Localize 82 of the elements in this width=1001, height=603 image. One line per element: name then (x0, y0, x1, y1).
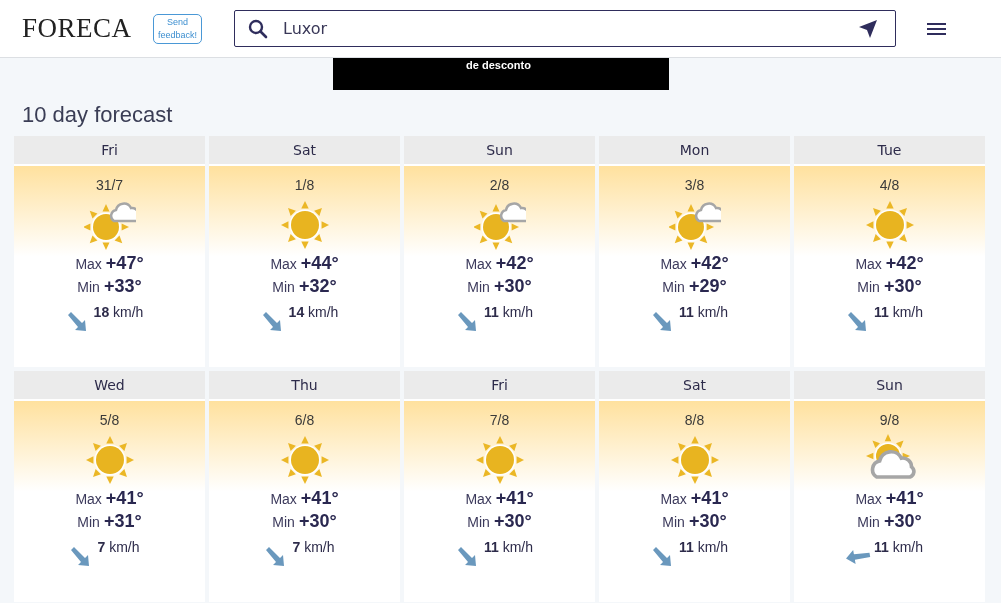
min-label: Min (272, 514, 295, 530)
min-label: Min (272, 279, 295, 295)
wind-speed: 11 km/h (483, 304, 533, 320)
max-label: Max (660, 256, 687, 272)
wind-speed: 11 km/h (678, 304, 728, 320)
wind-speed: 7 km/h (97, 539, 140, 555)
max-label: Max (855, 491, 882, 507)
max-temp: +42° (690, 253, 729, 274)
date: 2/8 (489, 177, 510, 193)
min-label: Min (662, 514, 685, 530)
location-arrow-icon[interactable] (858, 19, 878, 39)
min-temp: +31° (103, 511, 142, 532)
day-header: Sat (209, 136, 400, 166)
sun-cloud-icon (83, 199, 136, 251)
wind-speed: 18 km/h (93, 304, 144, 320)
max-label: Max (75, 491, 102, 507)
max-label: Max (270, 256, 297, 272)
max-temp: +41° (495, 488, 534, 509)
max-temp: +41° (885, 488, 924, 509)
min-label: Min (857, 279, 880, 295)
wind-speed: 14 km/h (288, 304, 339, 320)
max-temp: +41° (300, 488, 339, 509)
min-temp: +30° (493, 276, 532, 297)
day-header: Fri (404, 371, 595, 401)
max-label: Max (75, 256, 102, 272)
max-temp: +42° (495, 253, 534, 274)
min-temp: +30° (883, 511, 922, 532)
min-label: Min (662, 279, 685, 295)
max-temp: +42° (885, 253, 924, 274)
max-temp: +44° (300, 253, 339, 274)
date: 6/8 (294, 412, 315, 428)
max-label: Max (465, 491, 492, 507)
search-icon (248, 19, 268, 39)
day-header: Tue (794, 136, 985, 166)
feedback-button[interactable]: Send feedback! (153, 13, 202, 44)
min-label: Min (857, 514, 880, 530)
section-title: 10 day forecast (22, 102, 174, 128)
min-label: Min (467, 514, 490, 530)
day-header: Sun (794, 371, 985, 401)
date: 1/8 (294, 177, 315, 193)
day-header: Wed (14, 371, 205, 401)
max-temp: +47° (105, 253, 144, 274)
ad-banner[interactable]: de desconto (332, 58, 669, 90)
day-header: Fri (14, 136, 205, 166)
day-header: Sat (599, 371, 790, 401)
logo[interactable]: FORECA (22, 13, 132, 44)
day-header: Mon (599, 136, 790, 166)
wind-speed: 11 km/h (483, 539, 533, 555)
date: 31/7 (95, 177, 124, 193)
wind-speed: 11 km/h (678, 539, 728, 555)
search-field[interactable]: Luxor (234, 10, 896, 47)
min-temp: +33° (103, 276, 142, 297)
max-label: Max (660, 491, 687, 507)
min-temp: +32° (298, 276, 337, 297)
max-temp: +41° (690, 488, 729, 509)
min-label: Min (77, 279, 100, 295)
wind-speed: 7 km/h (292, 539, 335, 555)
max-label: Max (270, 491, 297, 507)
max-temp: +41° (105, 488, 144, 509)
max-label: Max (465, 256, 492, 272)
day-header: Thu (209, 371, 400, 401)
date: 7/8 (489, 412, 510, 428)
wind-speed: 11 km/h (873, 304, 923, 320)
min-temp: +30° (688, 511, 727, 532)
ad-text: de desconto (466, 59, 531, 71)
day-header: Sun (404, 136, 595, 166)
max-label: Max (855, 256, 882, 272)
min-label: Min (77, 514, 100, 530)
min-temp: +30° (298, 511, 337, 532)
min-label: Min (467, 279, 490, 295)
sun-cloud-icon (473, 199, 526, 251)
date: 4/8 (879, 177, 900, 193)
date: 5/8 (99, 412, 120, 428)
date: 3/8 (684, 177, 705, 193)
min-temp: +30° (883, 276, 922, 297)
min-temp: +29° (688, 276, 727, 297)
date: 8/8 (684, 412, 705, 428)
wind-speed: 11 km/h (873, 539, 923, 555)
sun-cloud-icon (668, 199, 721, 251)
menu-icon[interactable] (927, 20, 947, 37)
date: 9/8 (879, 412, 900, 428)
min-temp: +30° (493, 511, 532, 532)
